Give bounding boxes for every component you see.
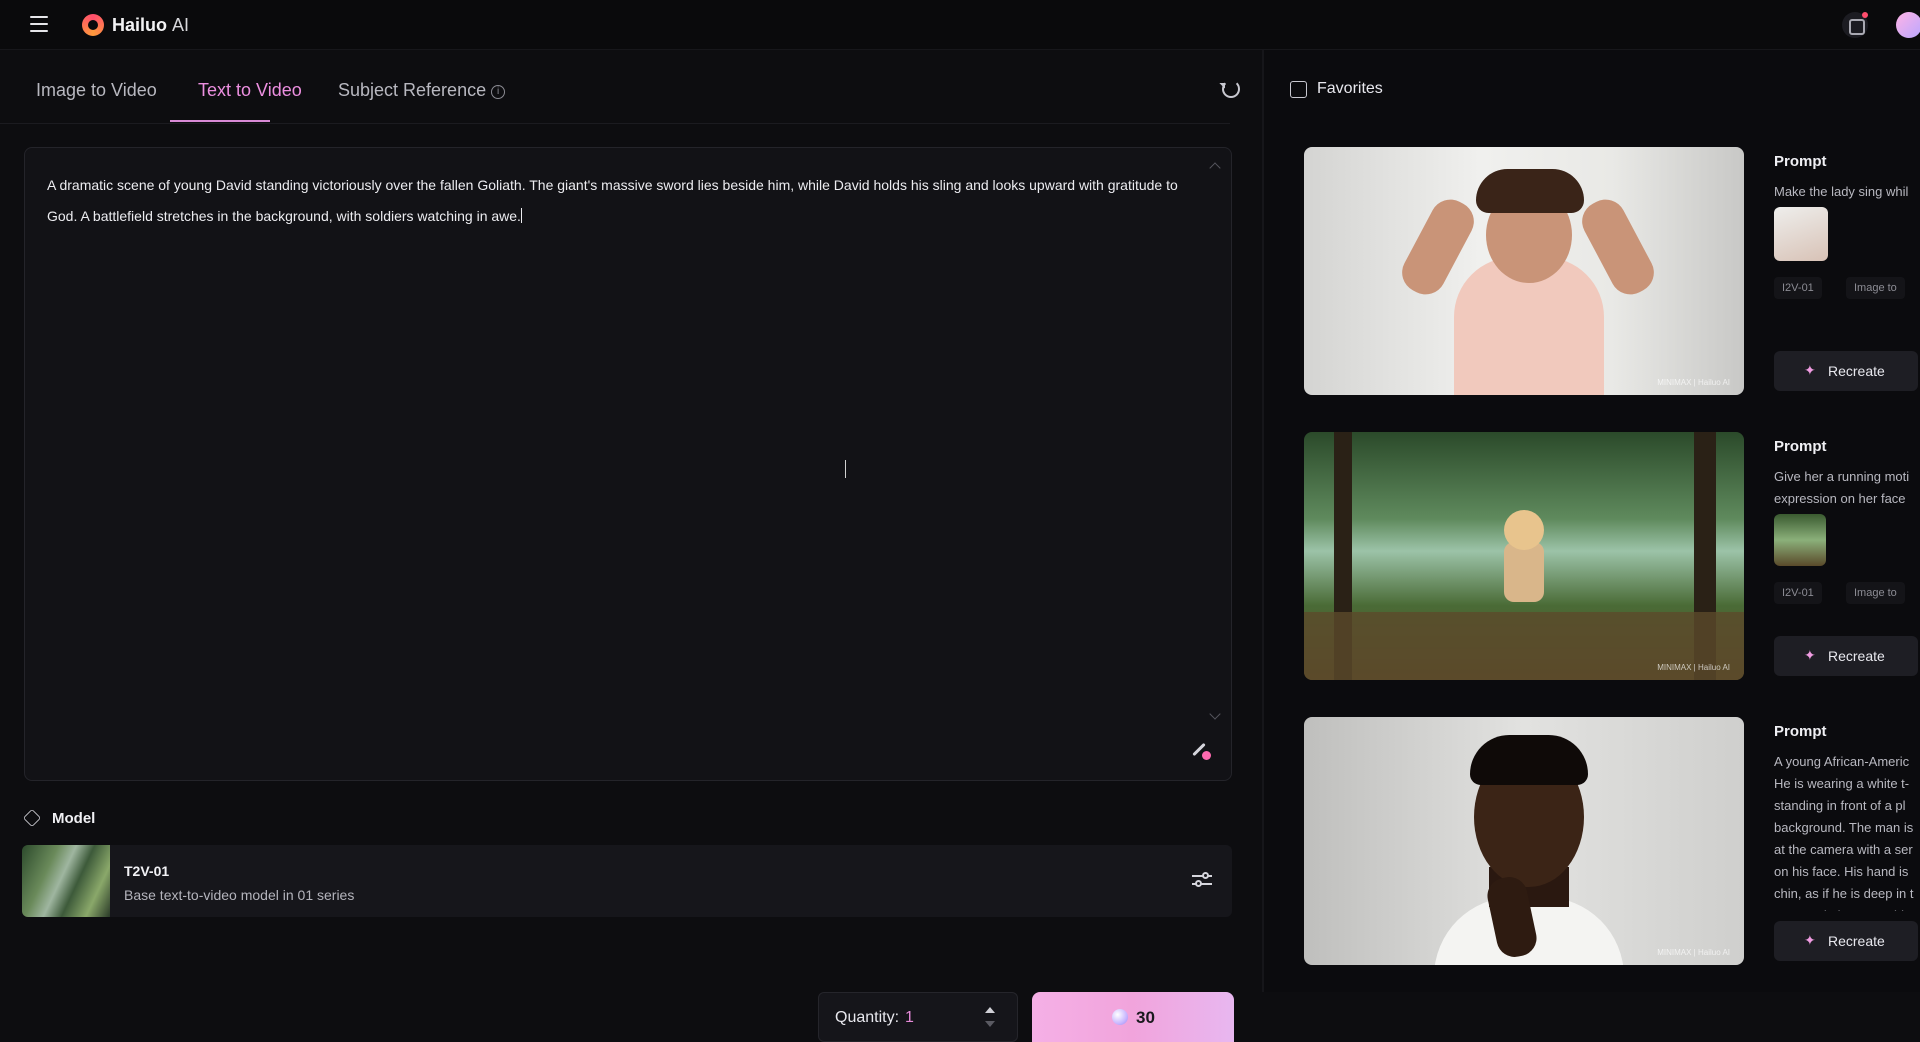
gallery-card: MINIMAX | Hailuo AI Prompt A young Afric… — [1304, 717, 1920, 967]
gallery-panel: Favorites MINIMAX | Hailuo AI Prompt Mak… — [1264, 50, 1920, 992]
quantity-increase-icon[interactable] — [985, 1007, 995, 1013]
generate-button[interactable]: 30 — [1032, 992, 1234, 1042]
card-prompt-text: A young African-Americ He is wearing a w… — [1774, 754, 1914, 911]
reference-thumbnail[interactable] — [1774, 207, 1828, 261]
sparkle-icon: ✦ — [1804, 932, 1816, 948]
type-tag: Image to — [1846, 277, 1905, 299]
tab-subject-reference[interactable]: Subject Reference i — [338, 80, 506, 101]
card-info: Prompt A young African-Americ He is wear… — [1774, 717, 1920, 967]
model-name: T2V-01 — [124, 863, 170, 879]
favorites-checkbox[interactable] — [1290, 81, 1307, 98]
creation-panel: Image to Video Text to Video Subject Ref… — [0, 50, 1262, 1042]
sparkle-icon: ✦ — [1804, 362, 1816, 378]
reset-icon[interactable] — [1222, 80, 1240, 98]
favorites-label[interactable]: Favorites — [1317, 80, 1383, 98]
info-icon[interactable]: i — [491, 85, 506, 99]
recreate-label: Recreate — [1828, 933, 1885, 949]
gallery-card: MINIMAX | Hailuo AI Prompt Make the lady… — [1304, 147, 1920, 397]
app-name: Hailuo — [112, 15, 168, 35]
credits-icon[interactable] — [1896, 12, 1920, 38]
notifications-icon[interactable] — [1842, 12, 1868, 38]
cube-icon — [22, 808, 42, 828]
model-tag: I2V-01 — [1774, 277, 1822, 299]
video-preview[interactable]: MINIMAX | Hailuo AI — [1304, 432, 1744, 680]
character-head — [1504, 510, 1544, 550]
tab-subject-reference-label: Subject Reference — [338, 80, 487, 100]
active-tab-indicator — [170, 120, 270, 122]
sparkle-icon: ✦ — [1804, 647, 1816, 663]
figure-hair — [1476, 169, 1584, 213]
generate-cost: 30 — [1136, 1008, 1155, 1027]
hailuo-logo-icon[interactable] — [82, 14, 104, 36]
model-tag: I2V-01 — [1774, 582, 1822, 604]
video-preview[interactable]: MINIMAX | Hailuo AI — [1304, 147, 1744, 395]
recreate-button[interactable]: ✦ Recreate — [1774, 921, 1918, 961]
card-prompt-title: Prompt — [1774, 723, 1827, 740]
card-info: Prompt Make the lady sing whil I2V-01 Im… — [1774, 147, 1920, 397]
figure-hair — [1470, 735, 1588, 785]
watermark: MINIMAX | Hailuo AI — [1657, 378, 1730, 387]
recreate-label: Recreate — [1828, 648, 1885, 664]
video-preview[interactable]: MINIMAX | Hailuo AI — [1304, 717, 1744, 965]
gallery-card: MINIMAX | Hailuo AI Prompt Give her a ru… — [1304, 432, 1920, 682]
model-description: Base text-to-video model in 01 series — [124, 887, 355, 903]
prompt-text: A dramatic scene of young David standing… — [47, 177, 1178, 224]
watermark: MINIMAX | Hailuo AI — [1657, 663, 1730, 672]
app-name-suffix: AI — [172, 15, 190, 35]
menu-icon[interactable] — [30, 16, 48, 32]
quantity-label-text: Quantity: — [835, 1009, 900, 1026]
prompt-input[interactable]: A dramatic scene of young David standing… — [47, 170, 1197, 232]
prompt-enhance-icon[interactable] — [1189, 738, 1211, 760]
app-logo-text[interactable]: Hailuo AI — [112, 15, 189, 36]
recreate-label: Recreate — [1828, 363, 1885, 379]
reference-thumbnail[interactable] — [1774, 514, 1826, 566]
card-prompt-title: Prompt — [1774, 153, 1827, 170]
tab-text-to-video[interactable]: Text to Video — [198, 80, 302, 101]
card-info: Prompt Give her a running moti expressio… — [1774, 432, 1920, 682]
tabs-divider — [0, 123, 1230, 124]
quantity-decrease-icon[interactable] — [985, 1021, 995, 1027]
character-body — [1504, 542, 1544, 602]
watermark: MINIMAX | Hailuo AI — [1657, 948, 1730, 957]
card-prompt-text: Give her a running moti expression on he… — [1774, 469, 1910, 506]
quantity-label: Quantity: 1 — [835, 1009, 914, 1027]
prompt-textarea[interactable]: A dramatic scene of young David standing… — [24, 147, 1232, 781]
type-tag: Image to — [1846, 582, 1905, 604]
scroll-down-icon[interactable] — [1209, 708, 1221, 720]
credit-icon — [1112, 1009, 1128, 1025]
model-thumbnail — [22, 845, 110, 917]
model-section-label: Model — [22, 808, 96, 828]
quantity-stepper[interactable]: Quantity: 1 — [818, 992, 1018, 1042]
scroll-up-icon[interactable] — [1209, 162, 1221, 174]
top-bar: Hailuo AI — [0, 0, 1920, 50]
card-prompt-text: Make the lady sing whil — [1774, 184, 1909, 199]
recreate-button[interactable]: ✦ Recreate — [1774, 636, 1918, 676]
recreate-button[interactable]: ✦ Recreate — [1774, 351, 1918, 391]
quantity-value: 1 — [905, 1009, 914, 1026]
card-prompt-title: Prompt — [1774, 438, 1827, 455]
model-section-text: Model — [52, 810, 96, 827]
tab-image-to-video[interactable]: Image to Video — [36, 80, 157, 101]
model-selector[interactable]: T2V-01 Base text-to-video model in 01 se… — [22, 845, 1232, 917]
text-caret — [520, 208, 522, 223]
settings-sliders-icon[interactable] — [1192, 871, 1212, 889]
mouse-text-cursor — [845, 460, 853, 478]
